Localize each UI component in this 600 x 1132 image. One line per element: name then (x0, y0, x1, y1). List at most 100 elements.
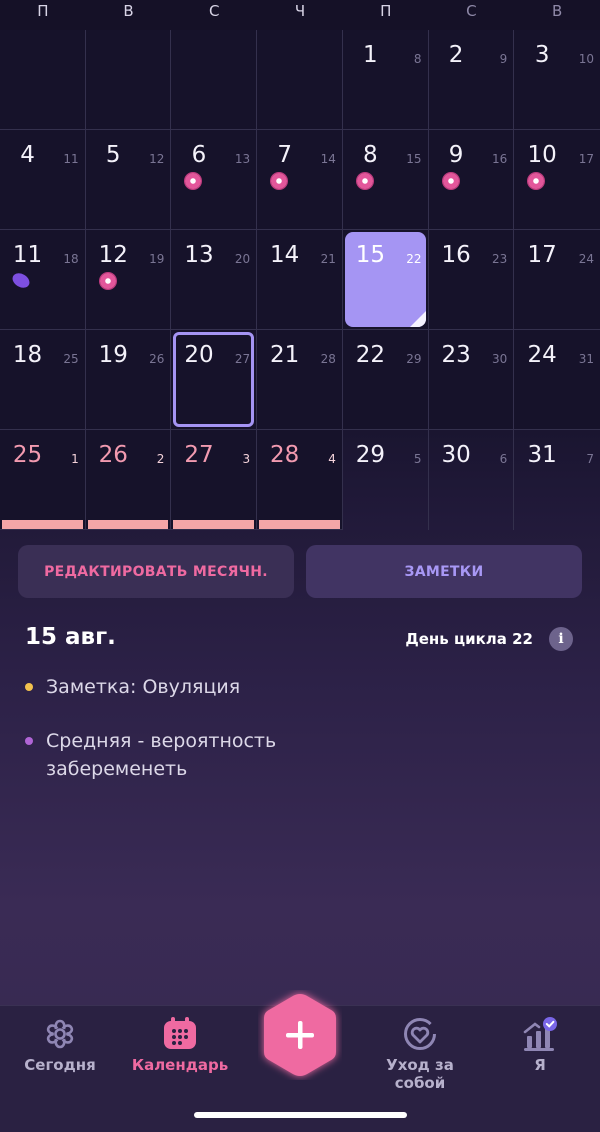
add-button[interactable] (258, 990, 342, 1080)
calendar-day-cell[interactable]: 9 16 (428, 130, 515, 230)
day-number: 1 (363, 42, 378, 68)
nav-self-care[interactable]: Уход за собой (360, 1014, 480, 1092)
fertile-flower-icon (356, 173, 373, 189)
day-number: 20 (184, 342, 214, 368)
cycle-day-number: 3 (242, 452, 251, 466)
calendar-day-cell[interactable]: 25 1 (0, 430, 86, 530)
note-text: Заметка: Овуляция (46, 676, 241, 698)
nav-profile[interactable]: Я (480, 1014, 600, 1074)
edit-period-button[interactable]: РЕДАКТИРОВАТЬ МЕСЯЧН. (18, 545, 294, 598)
calendar-day-cell[interactable]: 14 21 (257, 230, 343, 330)
cycle-day-number: 18 (63, 252, 79, 266)
calendar-day-cell[interactable]: 10 17 (514, 130, 600, 230)
day-number: 24 (527, 342, 557, 368)
cycle-day-number: 30 (492, 352, 508, 366)
calendar-day-cell[interactable]: 21 28 (257, 330, 343, 430)
cycle-day-number: 19 (149, 252, 165, 266)
calendar-grid: 1 8 2 9 3 10 4 11 5 12 6 13 7 14 8 15 9 16 10 17 11 18 12 19 13 2… (0, 30, 600, 530)
cycle-day-number: 17 (578, 152, 594, 166)
cycle-day-number: 5 (413, 452, 422, 466)
day-details-header: 15 авг. День цикла 22 i (25, 622, 575, 662)
period-bar (2, 520, 83, 529)
weekday-fri: П (380, 2, 392, 20)
calendar-day-cell[interactable]: 6 13 (171, 130, 258, 230)
nav-label: Уход за собой (386, 1056, 454, 1092)
calendar-day-cell[interactable]: 18 (342, 30, 429, 130)
day-number: 16 (441, 242, 471, 268)
calendar-day-cell[interactable]: 29 (428, 30, 515, 130)
nav-label: Сегодня (24, 1056, 96, 1074)
day-number: 9 (448, 142, 464, 168)
notes-button[interactable]: ЗАМЕТКИ (306, 545, 582, 598)
weekday-wed: С (209, 2, 220, 20)
cycle-day-number: 9 (499, 52, 508, 66)
selected-date: 15 авг. (25, 624, 116, 650)
calendar-day-cell[interactable]: 3 10 (514, 30, 600, 130)
calendar-day-cell[interactable]: 15 22 (342, 230, 429, 330)
calendar-empty-cell (0, 30, 86, 130)
day-number: 31 (527, 442, 557, 468)
day-number: 5 (105, 142, 121, 168)
calendar-day-cell[interactable]: 12 19 (85, 230, 172, 330)
calendar-day-cell[interactable]: 30 6 (428, 430, 515, 530)
calendar-day-cell[interactable]: 28 4 (257, 430, 343, 530)
calendar-day-cell[interactable]: 19 26 (85, 330, 172, 430)
calendar-day-cell[interactable]: 31 7 (514, 430, 600, 530)
calendar-day-cell[interactable]: 26 2 (85, 430, 172, 530)
calendar-day-cell[interactable]: 11 18 (0, 230, 86, 330)
day-number: 11 (12, 242, 43, 268)
day-number: 23 (441, 342, 471, 368)
day-number: 13 (184, 242, 214, 268)
weekday-sun: В (551, 2, 563, 20)
cycle-day-number: 24 (578, 252, 594, 266)
cycle-day-number: 22 (406, 252, 422, 266)
home-indicator (194, 1112, 407, 1118)
ovulation-egg-icon (9, 270, 33, 291)
calendar-day-cell[interactable]: 13 20 (171, 230, 258, 330)
period-bar (87, 520, 169, 529)
action-buttons: РЕДАКТИРОВАТЬ МЕСЯЧН. ЗАМЕТКИ (18, 545, 582, 598)
day-number: 6 (191, 142, 207, 168)
period-bar (173, 520, 255, 529)
calendar-day-cell[interactable]: 5 12 (85, 130, 172, 230)
day-number: 17 (527, 242, 557, 268)
fertile-flower-icon (271, 173, 288, 189)
info-icon[interactable]: i (549, 627, 573, 651)
nav-label: Календарь (131, 1056, 229, 1074)
note-pregnancy-chance: Средняя - вероятность забеременеть (25, 727, 326, 783)
day-number: 29 (355, 442, 386, 468)
cycle-day-number: 14 (320, 152, 336, 166)
calendar-day-cell[interactable]: 8 15 (342, 130, 429, 230)
cycle-day-number: 11 (63, 152, 79, 166)
fertile-flower-icon (528, 173, 545, 189)
calendar-day-cell[interactable]: 7 14 (257, 130, 343, 230)
calendar-day-cell[interactable]: 17 24 (514, 230, 600, 330)
calendar-day-cell[interactable]: 22 29 (342, 330, 429, 430)
cycle-day-number: 21 (320, 252, 336, 266)
calendar-day-cell[interactable]: 27 3 (171, 430, 258, 530)
note-dot-icon (25, 683, 33, 691)
calendar-day-cell[interactable]: 23 30 (428, 330, 515, 430)
weekday-sat: С (466, 2, 477, 20)
cycle-day-number: 7 (586, 452, 594, 466)
cycle-day-number: 4 (328, 452, 336, 466)
weekday-thu: Ч (294, 2, 306, 20)
calendar-day-cell[interactable]: 4 11 (0, 130, 86, 230)
calendar-day-cell[interactable]: 16 23 (428, 230, 515, 330)
day-number: 14 (270, 242, 300, 268)
nav-calendar[interactable]: Календарь (120, 1014, 240, 1074)
calendar-day-cell[interactable]: 29 5 (342, 430, 429, 530)
nav-today[interactable]: Сегодня (0, 1014, 120, 1074)
day-number: 28 (270, 442, 300, 468)
calendar-day-cell[interactable]: 24 31 (514, 330, 600, 430)
day-number: 27 (184, 442, 214, 468)
calendar-empty-cell (257, 30, 343, 130)
cycle-day-number: 31 (578, 352, 594, 366)
cycle-day-number: 8 (413, 52, 422, 66)
day-number: 4 (20, 142, 35, 168)
cycle-day-number: 26 (149, 352, 165, 366)
calendar-day-cell[interactable]: 18 25 (0, 330, 86, 430)
weekday-tue: В (123, 2, 134, 20)
folded-corner-icon (409, 311, 426, 327)
calendar-day-cell[interactable]: 20 27 (171, 330, 258, 430)
